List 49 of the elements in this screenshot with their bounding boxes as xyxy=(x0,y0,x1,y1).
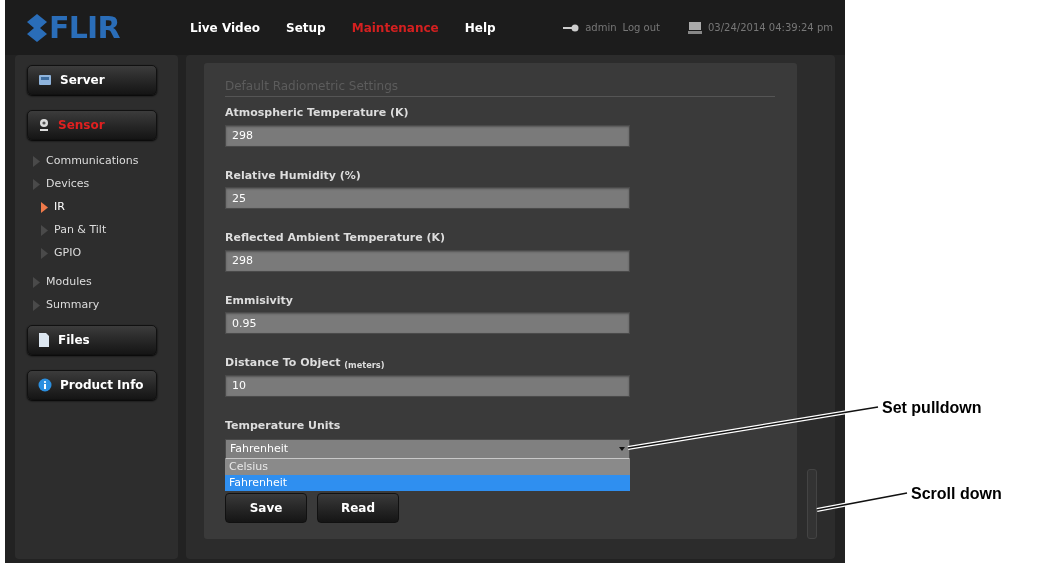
document-icon xyxy=(38,333,50,347)
field-label: Reflected Ambient Temperature (K) xyxy=(225,230,447,246)
nav-link[interactable]: Setup xyxy=(286,18,326,37)
tree-item[interactable]: Modules xyxy=(33,271,178,294)
input-field[interactable]: 298 xyxy=(225,249,630,272)
input-field[interactable]: 0.95 xyxy=(225,312,630,334)
form-button[interactable]: Read xyxy=(317,493,399,523)
field-label: Temperature Units xyxy=(225,417,342,434)
pointer-icon xyxy=(41,248,48,259)
pointer-icon xyxy=(41,225,48,236)
field-label: Distance To Object $_{(meters)}$ xyxy=(225,355,386,372)
callout-label: Scroll down xyxy=(911,484,1002,504)
logo: FLIR xyxy=(49,12,120,43)
info-icon xyxy=(38,378,52,392)
nav-link[interactable]: Live Video xyxy=(190,18,261,37)
scrollbar[interactable] xyxy=(807,469,817,539)
field-label: Emmisivity xyxy=(225,292,294,309)
caret-icon xyxy=(619,447,625,451)
input-field[interactable]: 10 xyxy=(225,374,630,397)
tree-item[interactable]: Communications xyxy=(33,150,178,173)
pointer-icon xyxy=(33,300,40,311)
form-button[interactable]: Save xyxy=(225,493,307,523)
tree-item[interactable]: Devices xyxy=(33,173,178,196)
tree-item[interactable]: Summary xyxy=(33,294,178,317)
computer-icon xyxy=(688,21,702,34)
tree-item[interactable]: Pan & Tilt xyxy=(33,219,178,242)
pointer-icon xyxy=(33,156,40,167)
field-label: Relative Humidity (%) xyxy=(225,167,362,184)
nav-link[interactable]: Help xyxy=(464,18,496,37)
user-name: admin xyxy=(585,21,617,35)
tree-item[interactable]: IR xyxy=(33,196,178,219)
field-label: Atmospheric Temperature (K) xyxy=(225,105,410,121)
pointer-active-icon xyxy=(41,202,48,213)
pointer-icon xyxy=(33,179,40,190)
input-field[interactable]: 298 xyxy=(225,124,630,147)
key-icon xyxy=(563,23,580,32)
input-field[interactable]: 25 xyxy=(225,187,630,209)
logout-link[interactable]: Log out xyxy=(622,20,660,35)
sidebar-button[interactable]: Files xyxy=(27,325,157,355)
callout-label: Set pulldown xyxy=(882,398,982,418)
webcam-icon xyxy=(38,118,50,132)
server-icon xyxy=(38,73,52,87)
date-time: 03/24/2014 04:39:24 pm xyxy=(708,21,833,35)
sidebar-button[interactable]: Product Info xyxy=(27,370,157,400)
tree-item[interactable]: GPIO xyxy=(33,242,178,265)
logo-icon xyxy=(27,13,47,42)
sidebar-button[interactable]: Server xyxy=(27,65,157,95)
pointer-icon xyxy=(33,277,40,288)
dropdown[interactable]: Fahrenheit xyxy=(225,439,630,459)
